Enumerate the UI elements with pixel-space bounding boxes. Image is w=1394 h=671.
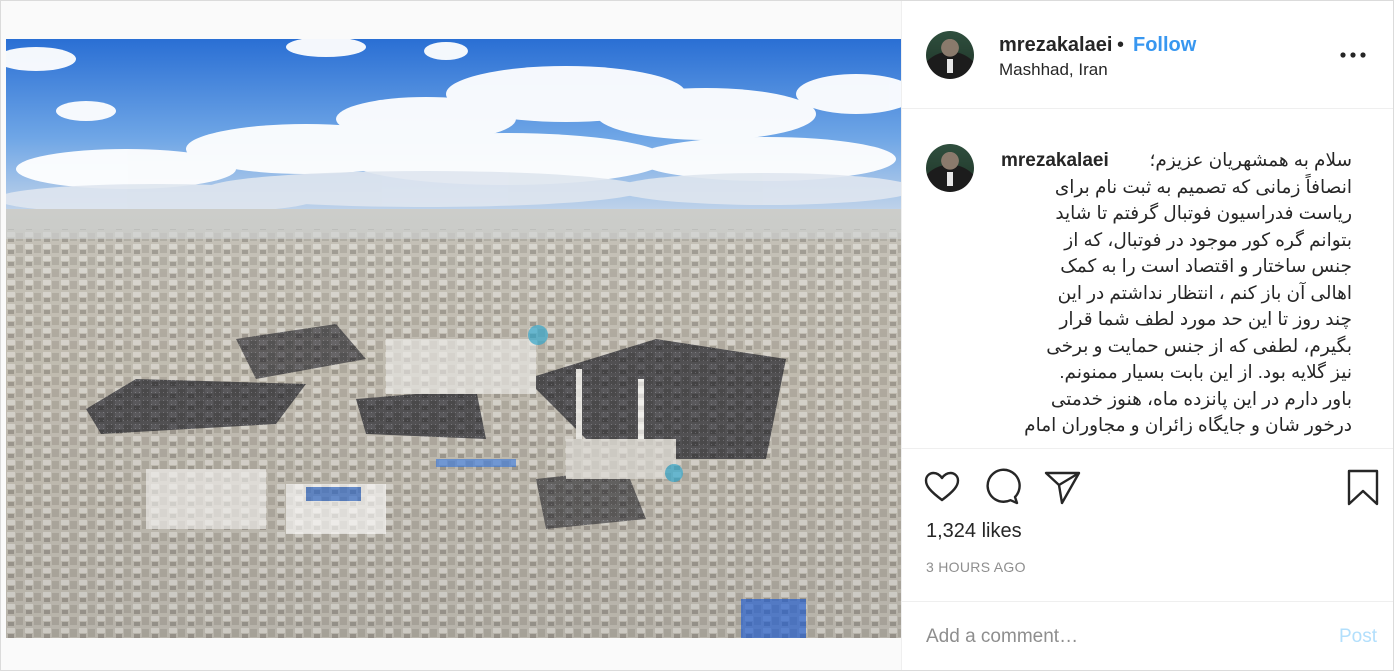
caption-username[interactable]: mrezakalaei [1001,150,1109,172]
follow-button[interactable]: Follow [1133,34,1196,57]
add-comment-bar: Post [902,601,1393,671]
avatar[interactable] [926,31,974,79]
location-link[interactable]: Mashhad, Iran [999,60,1108,80]
more-options-icon[interactable] [1339,45,1367,65]
post-photo[interactable] [6,39,901,638]
comments-section[interactable]: سلام به همشهریان عزیزم؛ انصافاً زمانی که… [902,109,1393,449]
comment-icon[interactable] [982,467,1022,507]
post-sidebar: mrezakalaei • Follow Mashhad, Iran سلام … [902,1,1393,670]
caption-text: سلام به همشهریان عزیزم؛ انصافاً زمانی که… [1024,149,1352,435]
instagram-post: mrezakalaei • Follow Mashhad, Iran سلام … [0,0,1394,671]
action-bar [902,449,1393,529]
post-timestamp[interactable]: 3 HOURS AGO [926,559,1026,575]
caption-avatar[interactable] [926,144,974,192]
post-comment-button[interactable]: Post [1339,626,1377,648]
heart-icon[interactable] [922,467,962,507]
share-icon[interactable] [1042,467,1082,507]
media-panel [1,1,902,670]
post-header: mrezakalaei • Follow Mashhad, Iran [902,1,1393,109]
bookmark-icon[interactable] [1343,467,1383,507]
separator-dot: • [1117,34,1125,56]
likes-count[interactable]: 1,324 likes [926,520,1022,543]
author-username[interactable]: mrezakalaei [999,34,1112,57]
comment-input[interactable] [926,624,1286,650]
